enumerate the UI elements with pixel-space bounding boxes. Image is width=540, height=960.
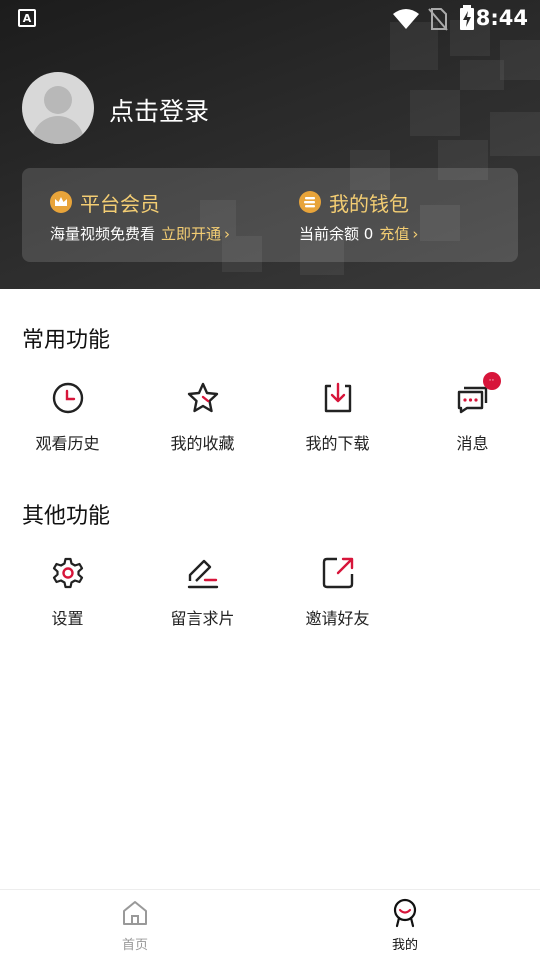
edit-icon — [185, 555, 221, 591]
nav-home[interactable]: 首页 — [95, 898, 175, 953]
vip-membership-entry[interactable]: 平台会员 海量视频免费看 立即开通 › — [50, 188, 230, 244]
wallet-title: 我的钱包 — [329, 191, 409, 216]
request-movie-button[interactable]: 留言求片 — [135, 555, 270, 645]
nav-profile-label: 我的 — [391, 938, 418, 953]
chevron-right-icon: › — [224, 225, 231, 243]
invite-friends-label: 邀请好友 — [305, 609, 370, 628]
request-movie-label: 留言求片 — [170, 609, 235, 628]
decor-square — [500, 40, 540, 80]
favorites-button[interactable]: 我的收藏 — [135, 380, 270, 470]
decor-square — [410, 90, 460, 136]
profile-header: A 8:44 点击登录 平台会员 海量视频免费看 立即开通 › 我的钱包 当前余… — [0, 0, 540, 289]
wifi-icon — [393, 9, 419, 29]
app-notification-icon: A — [18, 9, 36, 27]
battery-charging-icon — [460, 5, 474, 30]
nav-home-label: 首页 — [121, 938, 148, 953]
watch-history-label: 观看历史 — [35, 434, 100, 453]
decor-square — [490, 112, 540, 156]
bottom-nav: 首页 我的 — [0, 889, 540, 960]
nav-profile[interactable]: 我的 — [365, 898, 445, 953]
downloads-button[interactable]: 我的下载 — [270, 380, 405, 470]
watch-history-button[interactable]: 观看历史 — [0, 380, 135, 470]
gear-icon — [50, 555, 86, 591]
common-functions-title: 常用功能 — [22, 328, 111, 353]
favorites-label: 我的收藏 — [170, 434, 235, 453]
message-icon: ·· — [455, 372, 501, 416]
share-icon — [320, 555, 356, 591]
status-time: 8:44 — [475, 6, 528, 30]
vip-title: 平台会员 — [80, 191, 160, 216]
invite-friends-button[interactable]: 邀请好友 — [270, 555, 405, 645]
avatar-placeholder-icon — [44, 86, 72, 114]
settings-button[interactable]: 设置 — [0, 555, 135, 645]
home-icon — [123, 901, 147, 925]
avatar[interactable] — [22, 72, 94, 144]
message-badge: ·· — [482, 372, 501, 390]
wallet-balance: 当前余额 0 — [299, 225, 374, 243]
downloads-label: 我的下载 — [305, 434, 370, 453]
profile-icon — [393, 898, 417, 928]
membership-wallet-card: 平台会员 海量视频免费看 立即开通 › 我的钱包 当前余额 0 充值 › — [22, 168, 518, 262]
status-bar: A 8:44 — [0, 0, 540, 36]
clock-icon — [50, 380, 86, 416]
chevron-right-icon: › — [412, 225, 419, 243]
other-functions-title: 其他功能 — [22, 504, 111, 529]
crown-icon — [50, 191, 72, 213]
settings-label: 设置 — [51, 609, 84, 628]
wallet-entry[interactable]: 我的钱包 当前余额 0 充值 › — [299, 188, 418, 244]
no-sim-icon — [428, 8, 448, 31]
login-link[interactable]: 点击登录 — [109, 92, 209, 128]
messages-button[interactable]: ·· 消息 — [405, 372, 540, 470]
messages-label: 消息 — [456, 434, 489, 453]
decor-square — [460, 60, 504, 90]
recharge-link[interactable]: 充值 — [379, 225, 409, 243]
coin-icon — [299, 191, 321, 213]
vip-subtitle: 海量视频免费看 — [50, 225, 156, 243]
star-icon — [185, 380, 221, 416]
download-icon — [320, 380, 356, 416]
vip-activate-link[interactable]: 立即开通 — [161, 225, 221, 243]
